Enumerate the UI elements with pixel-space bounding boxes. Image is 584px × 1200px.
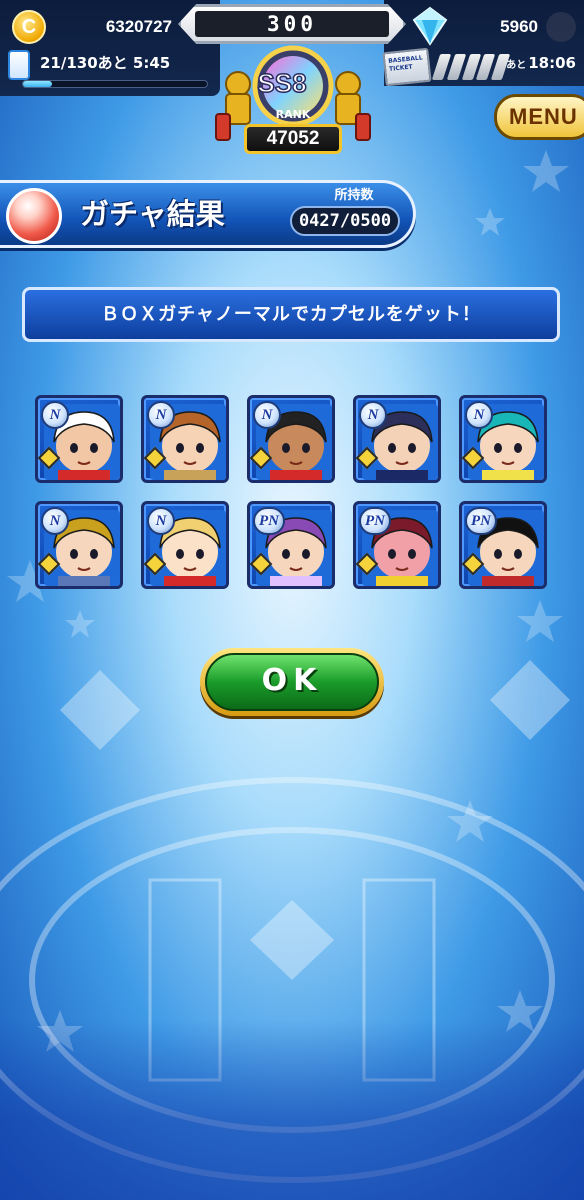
coin-icon: C bbox=[12, 10, 46, 44]
rank-points: 47052 bbox=[244, 124, 342, 154]
ticket-timer-prefix: あと bbox=[506, 60, 527, 71]
character-card[interactable]: PN bbox=[353, 501, 441, 589]
rank-grade: SS8 bbox=[257, 68, 306, 98]
ticket-label: BASEBALL TICKET bbox=[387, 54, 423, 73]
rarity-badge: PN bbox=[465, 507, 497, 535]
owned-count-label: 所持数 bbox=[334, 188, 374, 203]
character-card[interactable]: N bbox=[459, 395, 547, 483]
center-counter-value: 300 bbox=[195, 11, 389, 37]
rarity-badge: N bbox=[41, 401, 69, 429]
stamina-icon bbox=[8, 50, 30, 80]
gem-count: 5960 bbox=[500, 17, 538, 36]
bottom-shade bbox=[0, 1020, 584, 1200]
rarity-badge: N bbox=[147, 401, 175, 429]
gem-add-button[interactable] bbox=[546, 12, 576, 42]
rarity-badge: N bbox=[253, 401, 281, 429]
page-title: ガチャ結果 bbox=[80, 197, 225, 231]
rarity-badge: N bbox=[41, 507, 69, 535]
coin-count: 6320727 bbox=[105, 17, 172, 36]
character-card[interactable]: N bbox=[141, 501, 229, 589]
owned-count-box: 所持数 0427/0500 bbox=[290, 188, 400, 240]
character-card[interactable]: PN bbox=[247, 501, 335, 589]
stamina-text: 21/130あと 5:45 bbox=[40, 54, 171, 72]
menu-button[interactable]: MENU bbox=[494, 94, 584, 140]
ok-button-label: OK bbox=[205, 653, 379, 711]
ticket-gauge bbox=[431, 54, 511, 80]
stamina-bar bbox=[22, 80, 208, 88]
character-card[interactable]: N bbox=[141, 395, 229, 483]
rarity-badge: PN bbox=[359, 507, 391, 535]
stamina-bar-fill bbox=[23, 81, 53, 87]
capsule-icon bbox=[6, 188, 62, 244]
character-card[interactable]: N bbox=[353, 395, 441, 483]
result-message: ＢＯＸガチャノーマルでカプセルをゲット！ bbox=[22, 287, 560, 342]
character-card[interactable]: N bbox=[247, 395, 335, 483]
ticket-timer: あと 18:06 bbox=[500, 50, 576, 76]
result-card-grid: N N N N N N N PN PN PN bbox=[35, 395, 549, 589]
rank-badge[interactable]: SS8 RANK 47052 bbox=[208, 44, 378, 164]
rarity-badge: N bbox=[359, 401, 387, 429]
center-counter[interactable]: 300 bbox=[178, 4, 406, 44]
top-hud: C 6320727 300 21/130あと 5:45 5960 BASEBAL… bbox=[0, 0, 584, 160]
rank-label: RANK bbox=[276, 108, 311, 121]
rarity-badge: N bbox=[147, 507, 175, 535]
character-card[interactable]: PN bbox=[459, 501, 547, 589]
ok-button[interactable]: OK bbox=[200, 648, 384, 716]
ticket-icon: BASEBALL TICKET bbox=[382, 47, 432, 87]
rarity-badge: N bbox=[465, 401, 493, 429]
character-card[interactable]: N bbox=[35, 501, 123, 589]
rarity-badge: PN bbox=[253, 507, 285, 535]
ticket-timer-value: 18:06 bbox=[528, 54, 576, 72]
owned-count-value: 0427/0500 bbox=[290, 206, 400, 236]
character-card[interactable]: N bbox=[35, 395, 123, 483]
